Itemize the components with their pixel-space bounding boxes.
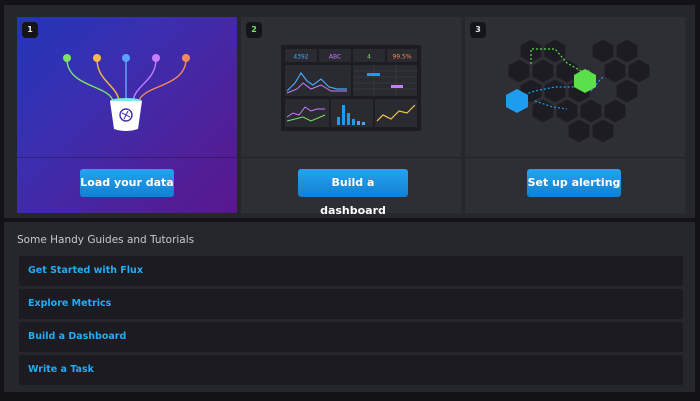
card-divider [241,157,461,158]
build-dashboard-card[interactable]: 2 4392 ABC 4 99.5% Build a dashboard [241,17,461,217]
dashboard-stat-3: 4 [367,54,371,61]
guides-title: Some Handy Guides and Tutorials [17,234,195,246]
guide-row-write-task[interactable]: Write a Task [19,355,683,385]
build-dashboard-button[interactable]: Build a dashboard [298,169,408,217]
set-up-alerting-button[interactable]: Set up alerting [527,169,621,197]
guide-row-build-dashboard[interactable]: Build a Dashboard [19,322,683,352]
guide-link-build-dashboard[interactable]: Build a Dashboard [28,322,126,352]
dashboard-stat-2: ABC [329,54,341,61]
guide-link-write-task[interactable]: Write a Task [28,355,94,385]
load-data-card[interactable]: 1 Load your data [17,17,237,213]
set-up-alerting-card[interactable]: 3 Set up alerting [465,17,685,213]
bucket-icon [63,54,190,131]
getting-started-panel: 1 Load your data 2 4392 ABC 4 99.5% Buil… [4,5,695,218]
dashboard-icon: 4392 ABC 4 99.5% [281,45,421,131]
guide-link-explore-metrics[interactable]: Explore Metrics [28,289,111,319]
hexagon-alert-icon [506,38,651,144]
card-divider [17,157,237,158]
guide-link-get-started-flux[interactable]: Get Started with Flux [28,256,143,286]
dashboard-stat-1: 4392 [293,54,308,61]
guide-row-explore-metrics[interactable]: Explore Metrics [19,289,683,319]
guide-row-get-started-flux[interactable]: Get Started with Flux [19,256,683,286]
card-divider [465,157,685,158]
guides-panel: Some Handy Guides and Tutorials Get Star… [4,222,695,392]
load-data-button[interactable]: Load your data [80,169,174,197]
dashboard-stat-4: 99.5% [392,54,411,61]
